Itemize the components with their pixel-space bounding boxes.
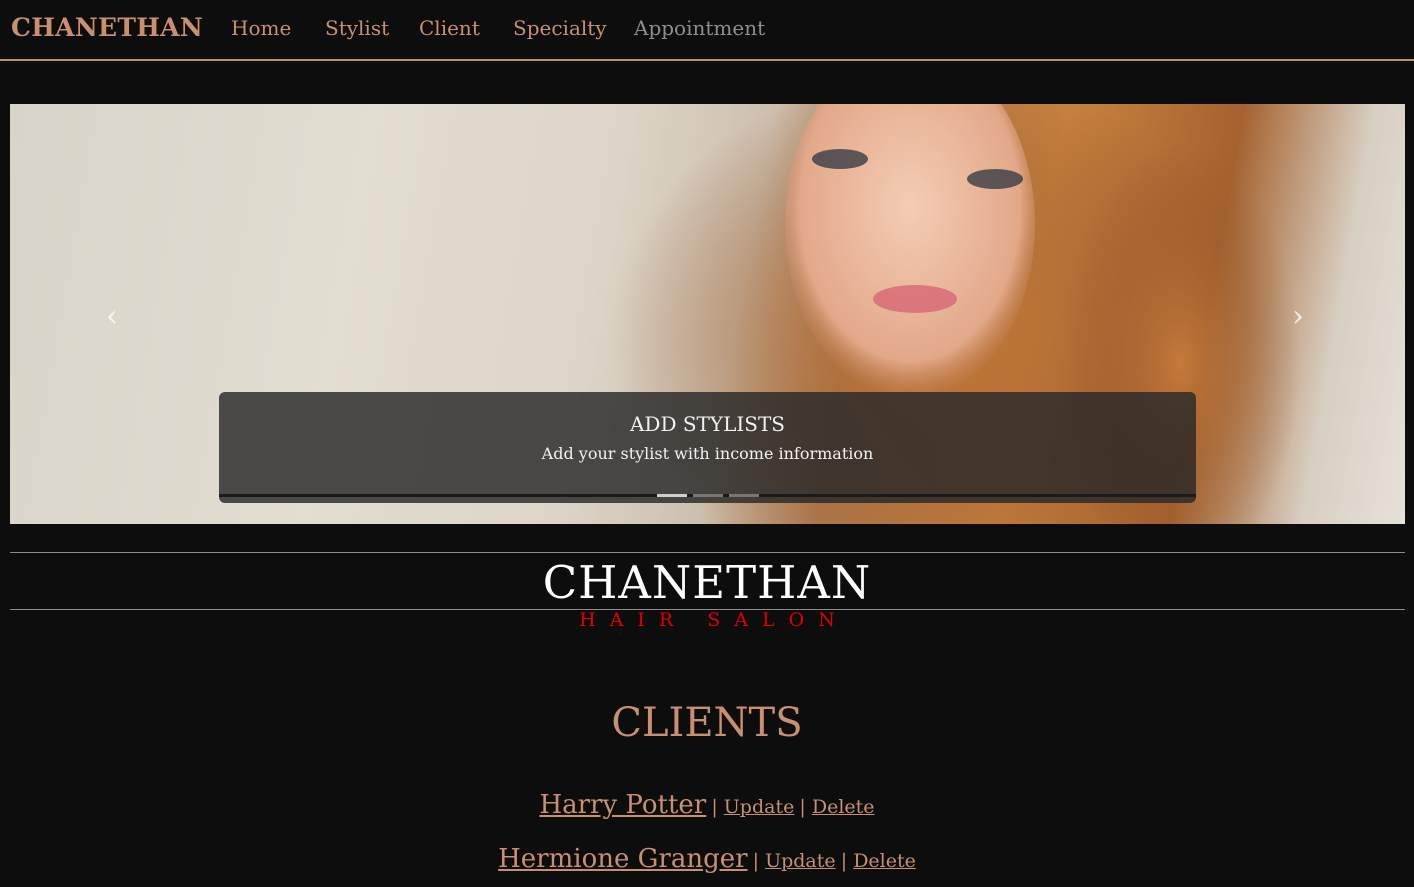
client-row: Hermione Granger | Update | Delete xyxy=(0,844,1414,874)
client-name-link[interactable]: Harry Potter xyxy=(539,790,706,820)
carousel-indicator-3[interactable] xyxy=(729,494,759,497)
carousel-caption: ADD STYLISTS Add your stylist with incom… xyxy=(219,392,1196,503)
carousel-prev-icon[interactable]: ‹ xyxy=(106,299,118,334)
nav-link-specialty[interactable]: Specialty xyxy=(513,16,607,40)
client-name-link[interactable]: Hermione Granger xyxy=(498,844,747,874)
hero-carousel: ‹ › ADD STYLISTS Add your stylist with i… xyxy=(10,104,1405,524)
separator: | xyxy=(799,796,806,818)
separator: | xyxy=(840,850,848,872)
update-link[interactable]: Update xyxy=(724,796,795,818)
separator: | xyxy=(752,850,760,872)
nav-link-appointment[interactable]: Appointment xyxy=(634,16,765,40)
logo-divider-top xyxy=(10,552,1405,553)
nav-link-client[interactable]: Client xyxy=(419,16,480,40)
eye-left xyxy=(812,149,868,169)
carousel-next-icon[interactable]: › xyxy=(1292,299,1304,334)
client-row: Harry Potter | Update | Delete xyxy=(0,790,1414,820)
update-link[interactable]: Update xyxy=(765,850,836,872)
logo-subtitle: HAIR SALON xyxy=(579,609,849,631)
brand-link[interactable]: CHANETHAN xyxy=(11,13,203,42)
caption-text: Add your stylist with income information xyxy=(541,444,874,463)
logo-title: CHANETHAN xyxy=(542,556,872,609)
delete-link[interactable]: Delete xyxy=(853,850,916,872)
separator: | xyxy=(711,796,718,818)
carousel-indicator-1[interactable] xyxy=(657,494,687,497)
delete-link[interactable]: Delete xyxy=(812,796,875,818)
lips xyxy=(873,285,957,313)
carousel-indicator-2[interactable] xyxy=(693,494,723,497)
clients-heading: CLIENTS xyxy=(611,700,803,746)
nav-link-stylist[interactable]: Stylist xyxy=(325,16,389,40)
eye-right xyxy=(967,169,1023,189)
nav-link-home[interactable]: Home xyxy=(231,16,291,40)
navbar: CHANETHAN Home Stylist Client Specialty … xyxy=(0,0,1414,61)
caption-title: ADD STYLISTS xyxy=(629,412,786,436)
